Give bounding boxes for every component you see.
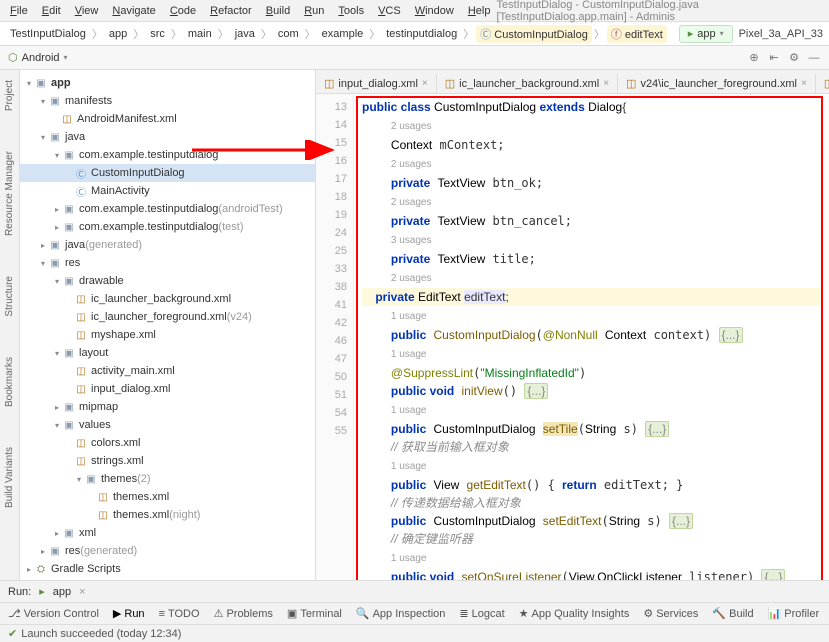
- tab-close-icon[interactable]: ×: [603, 78, 609, 89]
- menu-file[interactable]: File: [4, 3, 34, 19]
- tree-themes-night[interactable]: themes.xml: [113, 509, 169, 521]
- crumb-src[interactable]: src: [146, 27, 169, 41]
- gutter-project[interactable]: Project: [4, 80, 15, 111]
- hide-icon[interactable]: —: [807, 51, 821, 65]
- tree-gradle[interactable]: Gradle Scripts: [51, 563, 121, 575]
- menu-edit[interactable]: Edit: [36, 3, 67, 19]
- tree-ic-fg[interactable]: ic_launcher_foreground.xml: [91, 311, 227, 323]
- tab-myshap[interactable]: ◫myshap×: [816, 74, 829, 93]
- gutter-resource-manager[interactable]: Resource Manager: [4, 151, 15, 236]
- target-icon[interactable]: ⊕: [747, 51, 761, 65]
- tree-drawable[interactable]: drawable: [79, 275, 124, 287]
- crumb-com[interactable]: com: [274, 27, 303, 41]
- line-numbers: 13141516171819242533384142464750515455: [316, 94, 354, 616]
- tree-themes-dir[interactable]: themes: [101, 473, 137, 485]
- tree-mipmap[interactable]: mipmap: [79, 401, 118, 413]
- tree-colors[interactable]: colors.xml: [91, 437, 141, 449]
- bottom-build[interactable]: 🔨Build: [712, 607, 753, 620]
- bottom-version-control[interactable]: ⎇Version Control: [8, 607, 99, 620]
- crumb-custominputdialog[interactable]: Ⓒ CustomInputDialog: [476, 25, 592, 43]
- tree-input-dialog[interactable]: input_dialog.xml: [91, 383, 171, 395]
- menu-build[interactable]: Build: [260, 3, 296, 19]
- tree-android-manifest[interactable]: AndroidManifest.xml: [77, 113, 177, 125]
- tab-input-dialog-xml[interactable]: ◫input_dialog.xml×: [316, 74, 437, 93]
- bottom-problems[interactable]: ⚠Problems: [214, 607, 273, 620]
- status-text: Launch succeeded (today 12:34): [21, 628, 181, 640]
- tree-myshape[interactable]: myshape.xml: [91, 329, 156, 341]
- crumb-app[interactable]: app: [105, 27, 131, 41]
- settings-icon[interactable]: ⚙: [787, 51, 801, 65]
- tree-app[interactable]: app: [51, 77, 71, 89]
- menu-run[interactable]: Run: [298, 3, 330, 19]
- tab-close-icon[interactable]: ×: [801, 78, 807, 89]
- collapse-icon[interactable]: ⇤: [767, 51, 781, 65]
- tree-pkg-test[interactable]: com.example.testinputdialog: [79, 221, 218, 233]
- tree-main-activity[interactable]: MainActivity: [91, 185, 150, 197]
- breadcrumb: TestInputDialog〉app〉src〉main〉java〉com〉ex…: [0, 22, 829, 46]
- tab-close-icon[interactable]: ×: [422, 78, 428, 89]
- bottom-terminal[interactable]: ▣Terminal: [287, 607, 342, 620]
- bottom-logcat[interactable]: ≣Logcat: [459, 607, 504, 620]
- tree-xml-dir[interactable]: xml: [79, 527, 96, 539]
- tree-values[interactable]: values: [79, 419, 111, 431]
- bottom-services[interactable]: ⚙Services: [643, 607, 698, 620]
- tree-strings[interactable]: strings.xml: [91, 455, 144, 467]
- tab-ic-launcher-background-xml[interactable]: ◫ic_launcher_background.xml×: [437, 74, 618, 93]
- tree-custom-input-dialog[interactable]: CustomInputDialog: [91, 167, 185, 179]
- tree-pkg[interactable]: com.example.testinputdialog: [79, 149, 218, 161]
- tree-themes-xml[interactable]: themes.xml: [113, 491, 169, 503]
- gutter-structure[interactable]: Structure: [4, 276, 15, 317]
- bottom-todo[interactable]: ≡TODO: [159, 608, 200, 620]
- device-selector[interactable]: Pixel_3a_API_33: [739, 28, 823, 40]
- crumb-example[interactable]: example: [318, 27, 368, 41]
- menu-help[interactable]: Help: [462, 3, 497, 19]
- menu-navigate[interactable]: Navigate: [106, 3, 161, 19]
- menu-view[interactable]: View: [69, 3, 105, 19]
- menu-vcs[interactable]: VCS: [372, 3, 407, 19]
- menu-code[interactable]: Code: [164, 3, 202, 19]
- bottom-profiler[interactable]: 📊Profiler: [768, 607, 820, 620]
- crumb-java[interactable]: java: [231, 27, 259, 41]
- bottom-app-inspection[interactable]: 🔍App Inspection: [356, 607, 445, 620]
- crumb-edittext[interactable]: ⓕ editText: [607, 25, 667, 43]
- tree-activity-main[interactable]: activity_main.xml: [91, 365, 175, 377]
- menu-refactor[interactable]: Refactor: [204, 3, 258, 19]
- run-panel-app[interactable]: app: [53, 586, 71, 598]
- tab-v24-ic-launcher-foreground-xml[interactable]: ◫v24\ic_launcher_foreground.xml×: [618, 74, 816, 93]
- code-editor[interactable]: public class CustomInputDialog extends D…: [354, 94, 829, 616]
- crumb-testinputdialog[interactable]: testinputdialog: [382, 27, 461, 41]
- run-panel-label: Run:: [8, 586, 31, 598]
- tree-res[interactable]: res: [65, 257, 80, 269]
- editor-tabs: ◫input_dialog.xml×◫ic_launcher_backgroun…: [316, 70, 829, 94]
- project-view-label[interactable]: Android: [22, 52, 60, 64]
- tree-layout[interactable]: layout: [79, 347, 108, 359]
- bottom-run[interactable]: ▶Run: [113, 607, 145, 620]
- bottom-app-quality-insights[interactable]: ★App Quality Insights: [519, 607, 630, 620]
- tree-res-gen[interactable]: res: [65, 545, 80, 557]
- menu-tools[interactable]: Tools: [332, 3, 370, 19]
- project-tree[interactable]: ▾▣app ▾▣manifests ◫AndroidManifest.xml ▾…: [20, 70, 316, 616]
- crumb-main[interactable]: main: [184, 27, 216, 41]
- run-config-selector[interactable]: ▸app▾: [679, 25, 733, 43]
- tree-manifests[interactable]: manifests: [65, 95, 112, 107]
- tree-java-gen[interactable]: java: [65, 239, 85, 251]
- crumb-testinputdialog[interactable]: TestInputDialog: [6, 27, 90, 41]
- tree-ic-bg[interactable]: ic_launcher_background.xml: [91, 293, 231, 305]
- gutter-bookmarks[interactable]: Bookmarks: [4, 357, 15, 407]
- gutter-build-variants[interactable]: Build Variants: [4, 447, 15, 508]
- menu-window[interactable]: Window: [409, 3, 460, 19]
- tree-java[interactable]: java: [65, 131, 85, 143]
- window-title: TestInputDialog - CustomInputDialog.java…: [496, 0, 825, 23]
- tree-pkg-androidtest[interactable]: com.example.testinputdialog: [79, 203, 218, 215]
